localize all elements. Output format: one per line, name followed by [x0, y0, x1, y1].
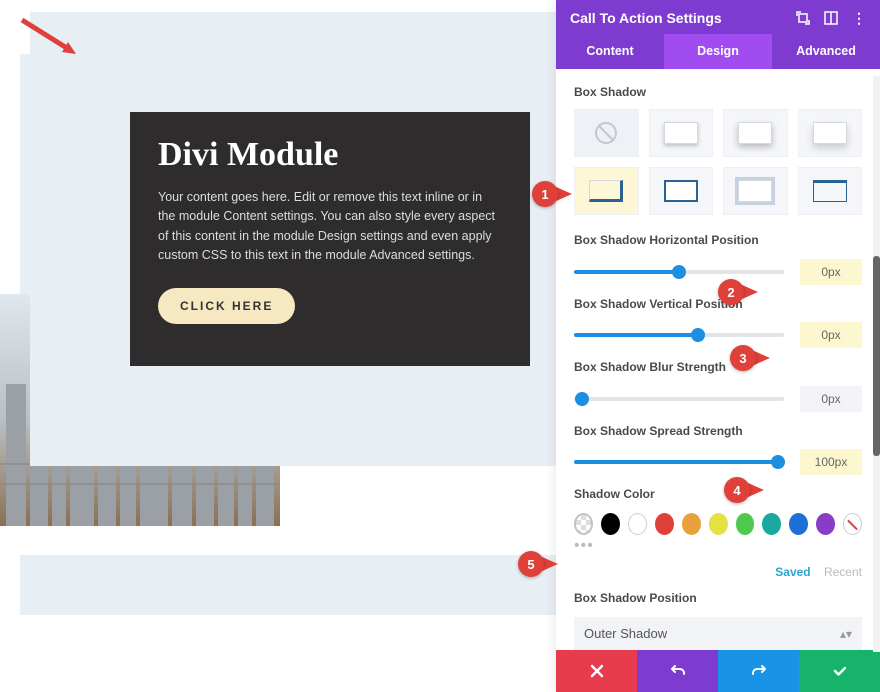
- slider-track[interactable]: [574, 333, 784, 337]
- saved-tab[interactable]: Saved: [775, 565, 810, 579]
- chevron-updown-icon: ▴▾: [840, 627, 852, 641]
- tab-advanced[interactable]: Advanced: [772, 34, 880, 69]
- preset-3[interactable]: [798, 109, 863, 157]
- undo-button[interactable]: [637, 650, 718, 692]
- shadow-color-label: Shadow Color: [574, 487, 862, 503]
- box-shadow-position-select[interactable]: Outer Shadow ▴▾: [574, 617, 862, 650]
- swatch-blue[interactable]: [789, 513, 808, 535]
- annotation-arrow-icon: [18, 16, 78, 56]
- slider-label: Box Shadow Blur Strength: [574, 360, 862, 376]
- color-swatches: [574, 513, 862, 535]
- preset-2[interactable]: [723, 109, 788, 157]
- tab-design[interactable]: Design: [664, 34, 772, 69]
- slider-label: Box Shadow Spread Strength: [574, 424, 862, 440]
- slider-track[interactable]: [574, 270, 784, 274]
- tab-content[interactable]: Content: [556, 34, 664, 69]
- swatch-transparent[interactable]: [574, 513, 593, 535]
- redo-button[interactable]: [718, 650, 799, 692]
- swatch-yellow[interactable]: [709, 513, 728, 535]
- module-body[interactable]: Your content goes here. Edit or remove t…: [158, 188, 502, 266]
- settings-panel: Call To Action Settings ⋮ Content Design…: [556, 0, 880, 692]
- slider-value[interactable]: 0px: [800, 259, 862, 285]
- swatch-green[interactable]: [736, 513, 755, 535]
- box-shadow-label: Box Shadow: [574, 85, 862, 99]
- preview-canvas: Divi Module Your content goes here. Edit…: [0, 0, 556, 692]
- slider-spread: Box Shadow Spread Strength 100px: [574, 424, 862, 476]
- swatch-purple[interactable]: [816, 513, 835, 535]
- swatch-none[interactable]: [843, 513, 862, 535]
- module-button[interactable]: CLICK HERE: [158, 288, 295, 324]
- slider-horizontal: Box Shadow Horizontal Position 0px: [574, 233, 862, 285]
- panel-header: Call To Action Settings ⋮ Content Design…: [556, 0, 880, 69]
- callout-4: 4: [724, 476, 774, 504]
- preset-none[interactable]: [574, 109, 639, 157]
- callout-3: 3: [730, 344, 780, 372]
- panel-body: Box Shadow Box Shadow Horizontal Positio…: [556, 69, 880, 650]
- box-shadow-position-section: Box Shadow Position Outer Shadow ▴▾: [574, 591, 862, 650]
- slider-label: Box Shadow Horizontal Position: [574, 233, 862, 249]
- recent-tab[interactable]: Recent: [824, 565, 862, 579]
- slider-value[interactable]: 0px: [800, 386, 862, 412]
- select-value: Outer Shadow: [584, 626, 667, 641]
- shadow-preset-grid: [574, 109, 862, 215]
- slider-value[interactable]: 100px: [800, 449, 862, 475]
- panel-footer: [556, 650, 880, 692]
- more-colors-icon[interactable]: •••: [574, 537, 862, 555]
- swatch-white[interactable]: [628, 513, 647, 535]
- tabs: Content Design Advanced: [556, 34, 880, 69]
- callout-2: 2: [718, 278, 768, 306]
- panel-layout-icon[interactable]: [824, 11, 838, 25]
- swatch-red[interactable]: [655, 513, 674, 535]
- expand-icon[interactable]: [796, 11, 810, 25]
- slider-blur: Box Shadow Blur Strength 0px: [574, 360, 862, 412]
- swatch-black[interactable]: [601, 513, 620, 535]
- preset-1[interactable]: [649, 109, 714, 157]
- cta-module[interactable]: Divi Module Your content goes here. Edit…: [130, 112, 530, 366]
- preset-5[interactable]: [649, 167, 714, 215]
- panel-title: Call To Action Settings: [570, 10, 722, 26]
- vertical-scrollbar[interactable]: [873, 76, 880, 652]
- close-button[interactable]: [556, 650, 637, 692]
- bg-block: [20, 555, 556, 615]
- callout-1: 1: [532, 180, 582, 208]
- module-title[interactable]: Divi Module: [158, 136, 502, 174]
- box-shadow-position-label: Box Shadow Position: [574, 591, 862, 607]
- more-icon[interactable]: ⋮: [852, 11, 866, 25]
- slider-track[interactable]: [574, 397, 784, 401]
- callout-5: 5: [518, 550, 568, 578]
- preset-6[interactable]: [723, 167, 788, 215]
- bg-block: [354, 360, 412, 456]
- swatch-orange[interactable]: [682, 513, 701, 535]
- slider-track[interactable]: [574, 460, 784, 464]
- shadow-color-section: Shadow Color ••• Saved Recent: [574, 487, 862, 579]
- confirm-button[interactable]: [799, 650, 880, 692]
- slider-value[interactable]: 0px: [800, 322, 862, 348]
- preset-7[interactable]: [798, 167, 863, 215]
- preset-4-selected[interactable]: [574, 167, 639, 215]
- swatch-teal[interactable]: [762, 513, 781, 535]
